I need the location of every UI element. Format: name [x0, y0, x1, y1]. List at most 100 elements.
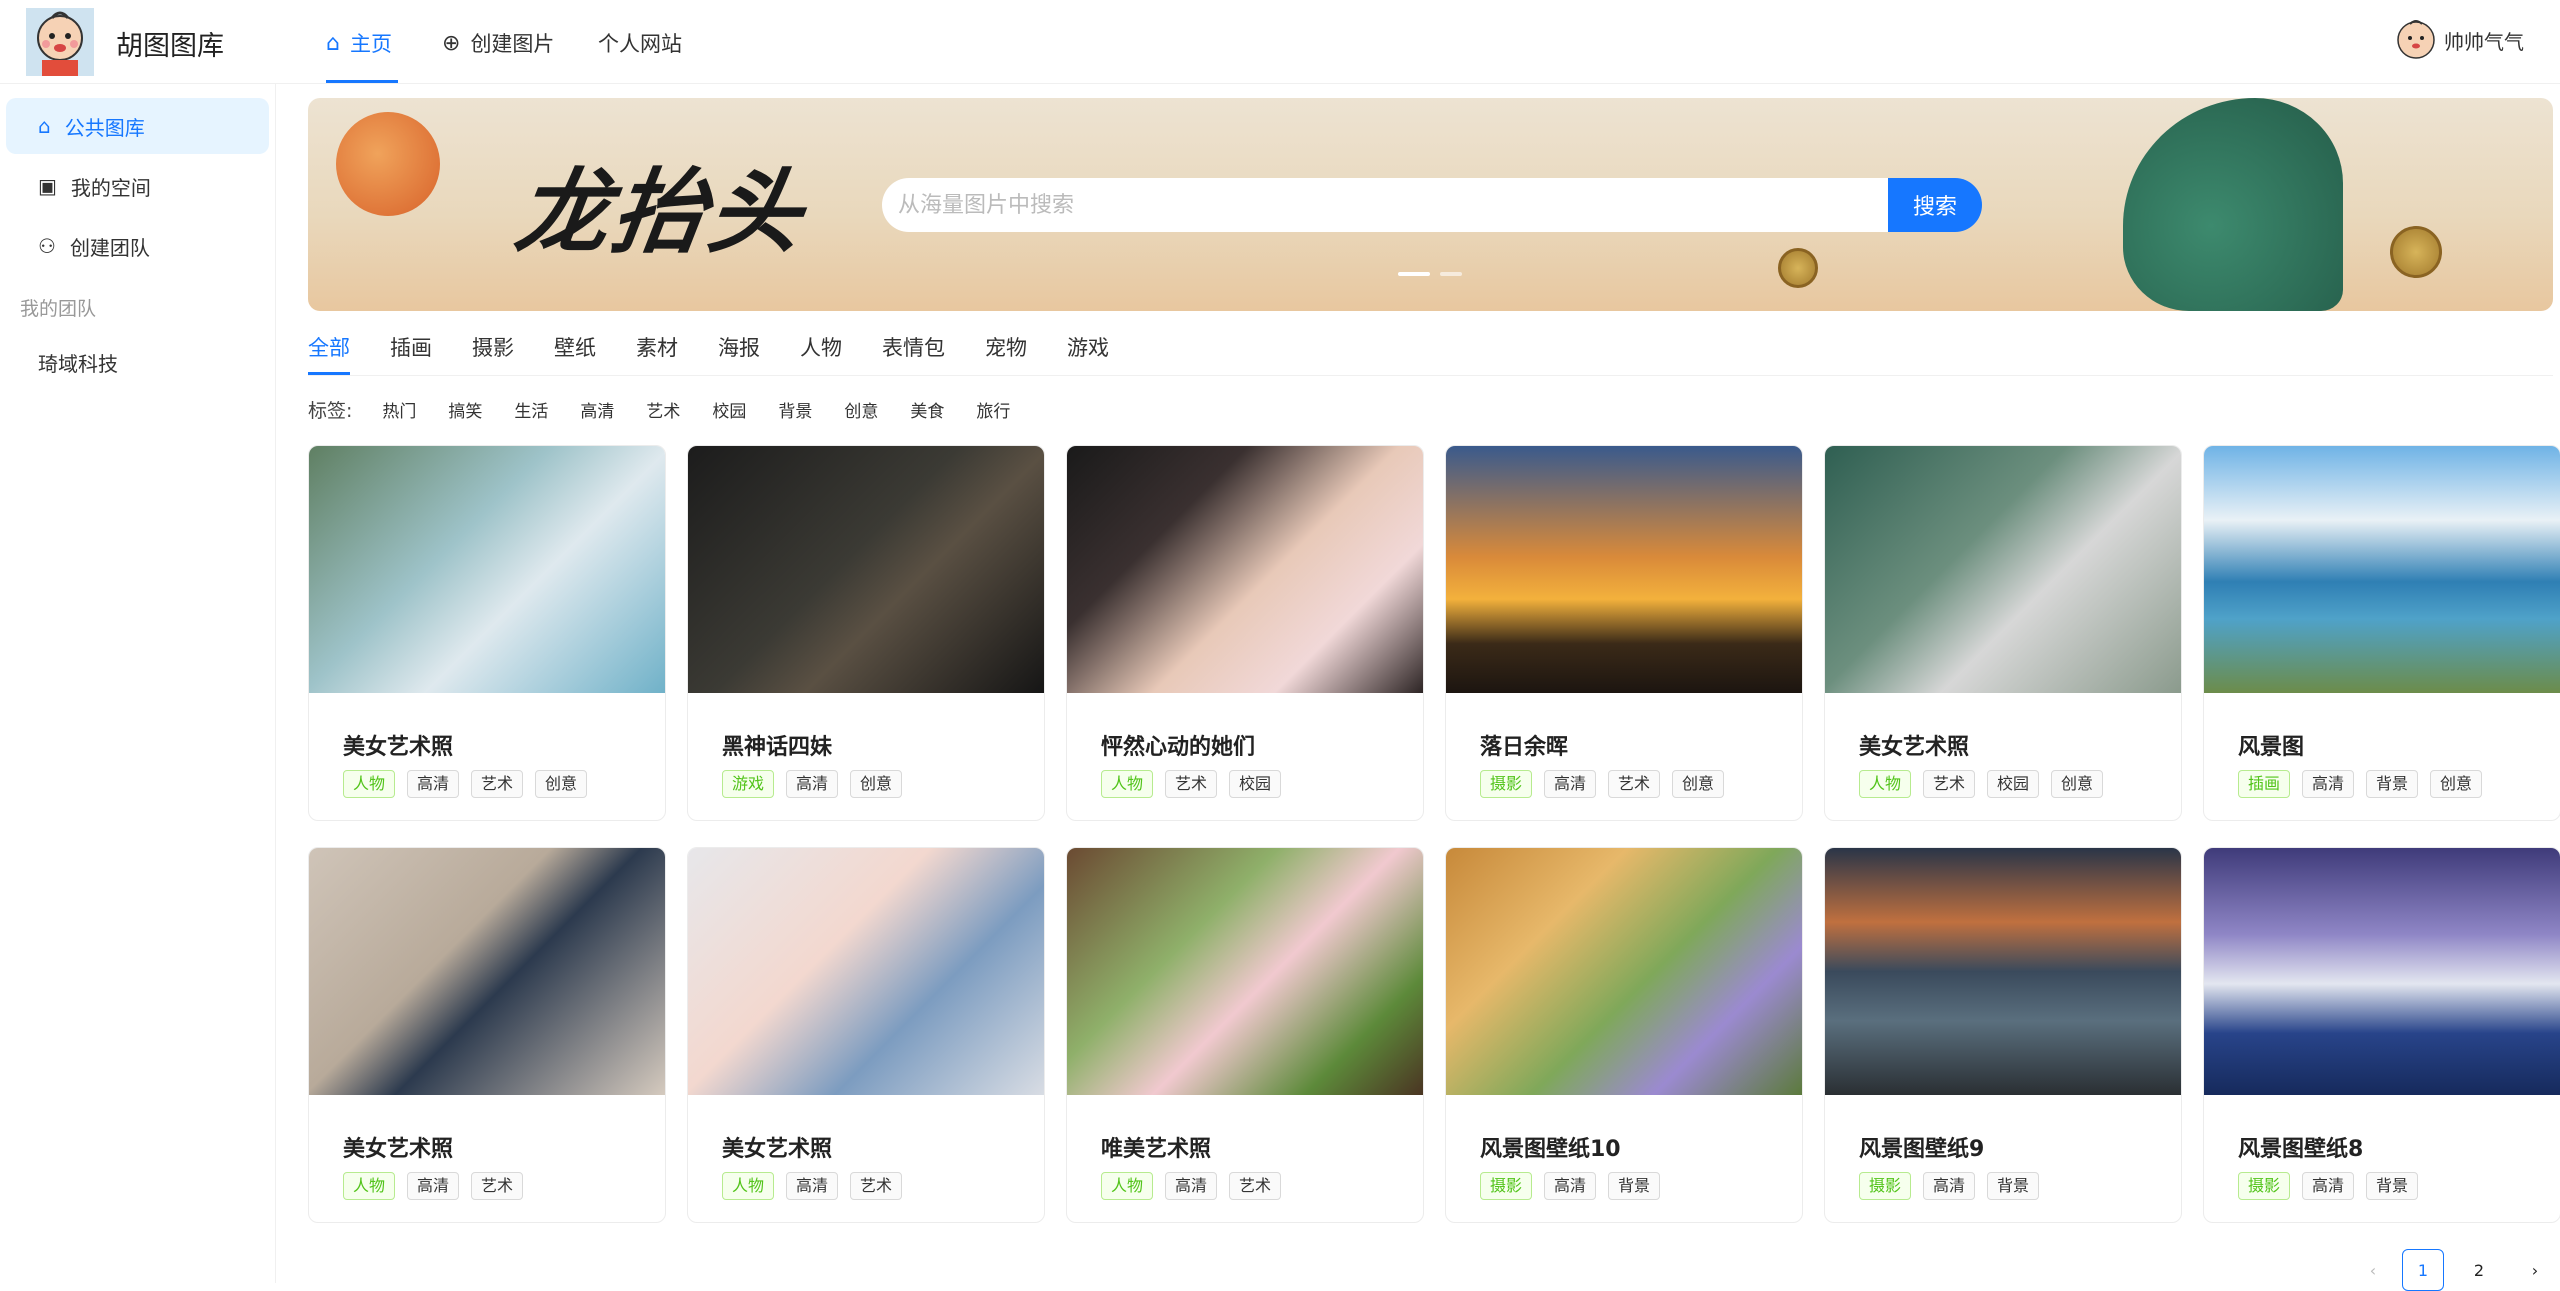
tag-chip[interactable]: 搞笑 [448, 397, 482, 422]
sidebar-item-team[interactable]: 琦域科技 [6, 334, 269, 390]
card-image[interactable] [309, 848, 665, 1095]
prev-page-icon[interactable]: ‹ [2352, 1249, 2394, 1291]
tag: 高清 [1544, 1172, 1597, 1200]
tag: 艺术 [1229, 1172, 1282, 1200]
next-page-icon[interactable]: › [2514, 1249, 2556, 1291]
image-card[interactable]: 唯美艺术照 人物 高清 艺术 [1066, 847, 1424, 1223]
carousel-dot[interactable] [1440, 272, 1462, 276]
card-image[interactable] [1825, 446, 2181, 693]
tag: 艺术 [471, 1172, 524, 1200]
carousel-dot-active[interactable] [1398, 272, 1430, 276]
tab-wallpaper[interactable]: 壁纸 [554, 332, 596, 362]
tag-chip[interactable]: 美食 [910, 397, 944, 422]
sidebar-group-title: 我的团队 [20, 298, 97, 320]
card-tags: 插画 高清 背景 创意 [2238, 770, 2483, 798]
card-tags: 摄影 高清 艺术 创意 [1480, 770, 1725, 798]
image-card[interactable]: 黑神话四妹 游戏 高清 创意 [687, 445, 1045, 821]
tab-poster[interactable]: 海报 [718, 332, 760, 362]
tag-chip[interactable]: 创意 [844, 397, 878, 422]
card-tags: 摄影 高清 背景 [1480, 1172, 1661, 1200]
brand-title[interactable]: 胡图图库 [116, 24, 224, 63]
nav-active-indicator [326, 80, 398, 83]
card-tags: 人物 高清 艺术 [722, 1172, 903, 1200]
card-image[interactable] [688, 446, 1044, 693]
category-tag: 人物 [722, 1172, 775, 1200]
search-input[interactable] [882, 178, 1888, 232]
card-tags: 人物 高清 艺术 [1101, 1172, 1282, 1200]
tag: 背景 [2366, 770, 2419, 798]
tag-chip[interactable]: 旅行 [976, 397, 1010, 422]
tab-people[interactable]: 人物 [800, 332, 842, 362]
sidebar-item-create-team[interactable]: ⚇ 创建团队 [6, 218, 269, 274]
tag: 创意 [535, 770, 588, 798]
tag: 高清 [786, 1172, 839, 1200]
card-image[interactable] [2204, 848, 2560, 1095]
sidebar-item-my-space[interactable]: ▣ 我的空间 [6, 158, 269, 214]
image-card[interactable]: 风景图壁纸8 摄影 高清 背景 [2203, 847, 2560, 1223]
nav-home[interactable]: ⌂ 主页 [326, 28, 392, 58]
tab-emoji[interactable]: 表情包 [882, 332, 945, 362]
card-title: 美女艺术照 [1859, 735, 1970, 760]
nav-home-label: 主页 [349, 32, 392, 56]
card-image[interactable] [1067, 848, 1423, 1095]
banner: 龙抬头 搜索 [308, 98, 2553, 311]
home-icon: ⌂ [38, 114, 51, 138]
tab-all[interactable]: 全部 [308, 332, 350, 362]
tag: 高清 [1923, 1172, 1976, 1200]
nav-personal-site[interactable]: 个人网站 [598, 28, 682, 58]
tag-chip[interactable]: 校园 [712, 397, 746, 422]
logo-avatar-icon[interactable] [26, 8, 94, 76]
card-title: 落日余晖 [1480, 735, 1569, 760]
card-tags: 摄影 高清 背景 [1859, 1172, 2040, 1200]
coin-decoration [1778, 248, 1818, 288]
image-card[interactable]: 风景图壁纸10 摄影 高清 背景 [1445, 847, 1803, 1223]
tag-chip[interactable]: 高清 [580, 397, 614, 422]
category-tabs: 全部 插画 摄影 壁纸 素材 海报 人物 表情包 宠物 游戏 [308, 324, 2553, 376]
leaf-decoration [2123, 98, 2343, 311]
tag-chip[interactable]: 背景 [778, 397, 812, 422]
tag: 校园 [1987, 770, 2040, 798]
card-title: 美女艺术照 [343, 1137, 454, 1162]
card-image[interactable] [1825, 848, 2181, 1095]
image-card[interactable]: 美女艺术照 人物 高清 艺术 [687, 847, 1045, 1223]
card-image[interactable] [688, 848, 1044, 1095]
card-tags: 人物 艺术 校园 [1101, 770, 1282, 798]
tag-chip[interactable]: 生活 [514, 397, 548, 422]
tag: 高清 [1165, 1172, 1218, 1200]
image-card[interactable]: 落日余晖 摄影 高清 艺术 创意 [1445, 445, 1803, 821]
user-menu[interactable]: 帅帅气气 [2396, 20, 2524, 60]
tag: 高清 [2302, 770, 2355, 798]
tab-illustration[interactable]: 插画 [390, 332, 432, 362]
image-card[interactable]: 美女艺术照 人物 艺术 校园 创意 [1824, 445, 2182, 821]
search-button[interactable]: 搜索 [1888, 178, 1982, 232]
team-icon: ⚇ [38, 234, 56, 258]
card-image[interactable] [1067, 446, 1423, 693]
tag: 艺术 [471, 770, 524, 798]
card-image[interactable] [309, 446, 665, 693]
tag: 高清 [1544, 770, 1597, 798]
card-image[interactable] [1446, 848, 1802, 1095]
card-image[interactable] [1446, 446, 1802, 693]
image-card[interactable]: 怦然心动的她们 人物 艺术 校园 [1066, 445, 1424, 821]
tag: 背景 [1608, 1172, 1661, 1200]
image-card[interactable]: 风景图壁纸9 摄影 高清 背景 [1824, 847, 2182, 1223]
tab-material[interactable]: 素材 [636, 332, 678, 362]
tab-games[interactable]: 游戏 [1067, 332, 1109, 362]
category-tag: 人物 [343, 1172, 396, 1200]
tag-chip[interactable]: 艺术 [646, 397, 680, 422]
tab-photography[interactable]: 摄影 [472, 332, 514, 362]
sidebar-item-public-gallery[interactable]: ⌂ 公共图库 [6, 98, 269, 154]
card-title: 风景图壁纸10 [1480, 1137, 1621, 1162]
card-title: 风景图壁纸9 [1859, 1137, 1985, 1162]
tag-chip[interactable]: 热门 [382, 397, 416, 422]
image-card[interactable]: 美女艺术照 人物 高清 艺术 [308, 847, 666, 1223]
card-tags: 人物 高清 艺术 [343, 1172, 524, 1200]
page-1[interactable]: 1 [2402, 1249, 2444, 1291]
tab-pets[interactable]: 宠物 [985, 332, 1027, 362]
nav-create-image[interactable]: ⊕ 创建图片 [442, 28, 554, 58]
page-2[interactable]: 2 [2458, 1249, 2500, 1291]
image-card[interactable]: 美女艺术照 人物 高清 艺术 创意 [308, 445, 666, 821]
card-image[interactable] [2204, 446, 2560, 693]
tag: 高清 [786, 770, 839, 798]
image-card[interactable]: 风景图 插画 高清 背景 创意 [2203, 445, 2560, 821]
